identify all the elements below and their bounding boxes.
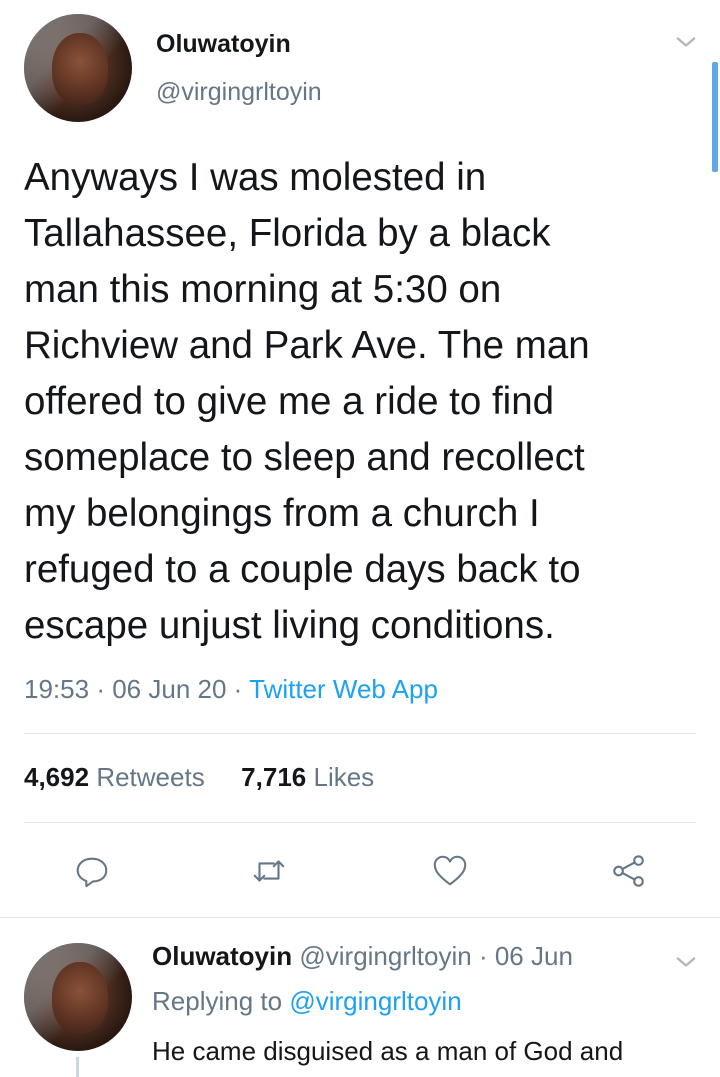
tweet-source-link[interactable]: Twitter Web App [249, 674, 438, 704]
reply-button[interactable] [70, 849, 114, 893]
divider [24, 733, 696, 734]
replying-to-label: Replying to [152, 986, 283, 1016]
reply-separator: · [478, 941, 488, 971]
share-icon [613, 855, 644, 887]
share-button[interactable] [607, 849, 651, 893]
meta-separator: · [96, 674, 105, 704]
reply-header: Oluwatoyin @virgingrltoyin · 06 Jun [152, 941, 573, 972]
like-button[interactable] [428, 849, 472, 893]
author-name[interactable]: Oluwatoyin [156, 30, 291, 59]
reply-menu-button[interactable] [672, 948, 700, 976]
scrollbar[interactable] [712, 62, 718, 172]
retweets-count: 4,692 [24, 762, 90, 792]
author-handle[interactable]: @virgingrltoyin [156, 78, 322, 107]
retweet-icon [253, 860, 285, 882]
likes-count: 7,716 [241, 762, 307, 792]
retweet-button[interactable] [247, 849, 291, 893]
reply-author-name[interactable]: Oluwatoyin [152, 941, 292, 971]
chevron-down-icon [676, 37, 696, 47]
reply-text: He came disguised as a man of God and [152, 1036, 624, 1066]
like-icon [433, 855, 467, 886]
reply-icon [76, 857, 108, 888]
tweet-time: 19:53 [24, 674, 90, 704]
likes-stat[interactable]: 7,716 Likes [241, 762, 374, 792]
reply-date[interactable]: 06 Jun [495, 941, 573, 971]
replying-to-handle[interactable]: @virgingrltoyin [289, 986, 461, 1016]
reply-author-handle[interactable]: @virgingrltoyin [299, 941, 471, 971]
tweet-text: Anyways I was molested in Tallahassee, F… [24, 156, 590, 647]
thread-line [76, 1057, 79, 1077]
retweets-label: Retweets [96, 762, 205, 792]
tweet-meta: 19:53 · 06 Jun 20 · Twitter Web App [24, 674, 438, 705]
chevron-down-icon [676, 957, 696, 967]
divider [24, 822, 696, 823]
divider [0, 917, 720, 918]
author-avatar[interactable] [24, 14, 132, 122]
meta-separator: · [233, 674, 243, 704]
reply-author-avatar[interactable] [24, 943, 132, 1051]
retweets-stat[interactable]: 4,692 Retweets [24, 762, 205, 792]
tweet-menu-button[interactable] [672, 28, 700, 56]
tweet-date: 06 Jun 20 [112, 674, 227, 704]
replying-to: Replying to @virgingrltoyin [152, 986, 462, 1017]
tweet-stats: 4,692 Retweets 7,716 Likes [24, 762, 374, 793]
likes-label: Likes [313, 762, 375, 792]
